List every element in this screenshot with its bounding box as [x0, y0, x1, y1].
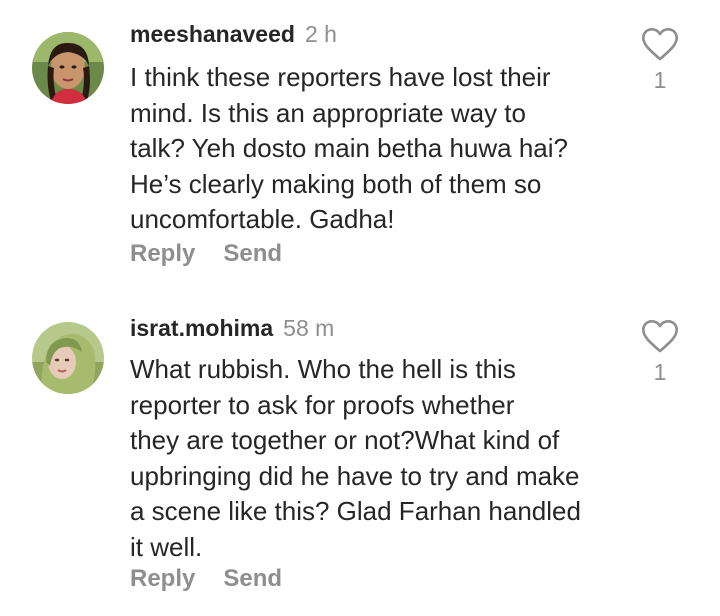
like-button[interactable]: 1: [638, 26, 682, 94]
send-button[interactable]: Send: [223, 565, 282, 592]
like-count: 1: [653, 67, 667, 93]
comment-item: israt.mohima 58 m What rubbish. Who the h…: [0, 300, 720, 616]
comment-text: I think these reporters have lost their …: [130, 60, 630, 238]
avatar-image: [32, 322, 104, 394]
send-button[interactable]: Send: [223, 240, 282, 267]
username[interactable]: israt.mohima: [130, 315, 273, 341]
like-count: 1: [653, 359, 667, 385]
comment-text-line: a scene like this? Glad Farhan handled: [130, 496, 581, 526]
timestamp[interactable]: 58 m: [283, 315, 334, 341]
comment-text-line: they are together or not?What kind of: [130, 425, 560, 455]
avatar[interactable]: [32, 32, 104, 104]
heart-icon[interactable]: [640, 26, 680, 62]
reply-button[interactable]: Reply: [130, 240, 195, 267]
comment-text-line: talk? Yeh dosto main betha huwa hai?: [130, 133, 569, 163]
comment-actions: Reply Send: [130, 240, 282, 268]
heart-icon[interactable]: [640, 318, 680, 354]
comment-text-line: it well.: [130, 531, 203, 562]
reply-button[interactable]: Reply: [130, 565, 195, 592]
avatar[interactable]: [32, 322, 104, 394]
comment-text-line: reporter to ask for proofs whether: [130, 389, 515, 420]
comment-header: meeshanaveed 2 h: [130, 20, 337, 48]
timestamp[interactable]: 2 h: [305, 21, 337, 47]
comment-text-line: I think these reporters have lost their: [130, 62, 551, 92]
comment-actions: Reply Send: [130, 565, 282, 593]
comment-text-line: upbringing did he have to try and make: [130, 460, 580, 491]
comment-header: israt.mohima 58 m: [130, 314, 334, 342]
comment-text-line: What rubbish. Who the hell is this: [130, 354, 516, 384]
comment-text: What rubbish. Who the hell is this repor…: [130, 352, 630, 565]
comment-text-line: mind. Is this an appropriate way to: [130, 97, 526, 128]
avatar-image: [32, 32, 104, 104]
comment-text-line: uncomfortable. Gadha!: [130, 204, 395, 234]
comment-item: meeshanaveed 2 h I think these reporters …: [0, 0, 720, 300]
like-button[interactable]: 1: [638, 318, 682, 386]
comment-text-line: He’s clearly making both of them so: [130, 168, 542, 199]
username[interactable]: meeshanaveed: [130, 21, 295, 47]
